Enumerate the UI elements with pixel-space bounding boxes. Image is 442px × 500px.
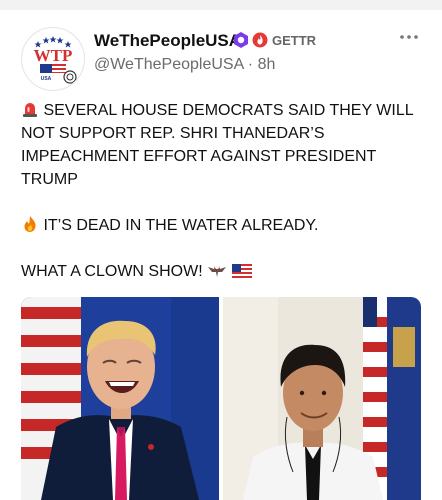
post-paragraph-3: WHAT A CLOWN SHOW!	[21, 260, 426, 283]
handle-and-time[interactable]: @WeThePeopleUSA · 8h	[94, 56, 275, 74]
post-text: SEVERAL HOUSE DEMOCRATS SAID THEY WILL N…	[21, 99, 426, 283]
us-flag-icon	[231, 264, 252, 278]
gettr-flame-icon	[252, 32, 268, 48]
svg-text:USA: USA	[41, 76, 52, 82]
post-header: WTP USA WeThePeopleUSA GETTR @WeThePeopl…	[0, 10, 442, 91]
post-paragraph-1-text: SEVERAL HOUSE DEMOCRATS SAID THEY WILL N…	[21, 102, 414, 188]
top-divider-strip	[0, 0, 442, 10]
post-paragraph-1: SEVERAL HOUSE DEMOCRATS SAID THEY WILL N…	[21, 99, 426, 191]
hexagon-verified-icon	[234, 32, 248, 48]
ellipsis-icon	[400, 35, 418, 39]
display-name[interactable]: WeThePeopleUSA	[94, 31, 241, 51]
platform-label: GETTR	[272, 33, 317, 48]
media-image-left[interactable]	[21, 297, 219, 500]
siren-icon	[23, 103, 37, 117]
photo-man-laughing-podium	[21, 297, 219, 500]
fire-icon	[24, 216, 36, 232]
post-paragraph-3-text: WHAT A CLOWN SHOW!	[21, 263, 203, 280]
wtp-logo-icon: WTP USA	[23, 29, 83, 89]
media-grid	[21, 297, 421, 500]
photo-man-with-flags	[223, 297, 421, 500]
avatar[interactable]: WTP USA	[21, 27, 85, 91]
eagle-icon	[208, 265, 227, 277]
more-options-button[interactable]	[396, 30, 422, 48]
svg-text:WTP: WTP	[34, 46, 73, 65]
post-paragraph-2: IT’S DEAD IN THE WATER ALREADY.	[21, 214, 426, 237]
post-paragraph-2-text: IT’S DEAD IN THE WATER ALREADY.	[43, 217, 319, 234]
media-image-right[interactable]	[223, 297, 421, 500]
